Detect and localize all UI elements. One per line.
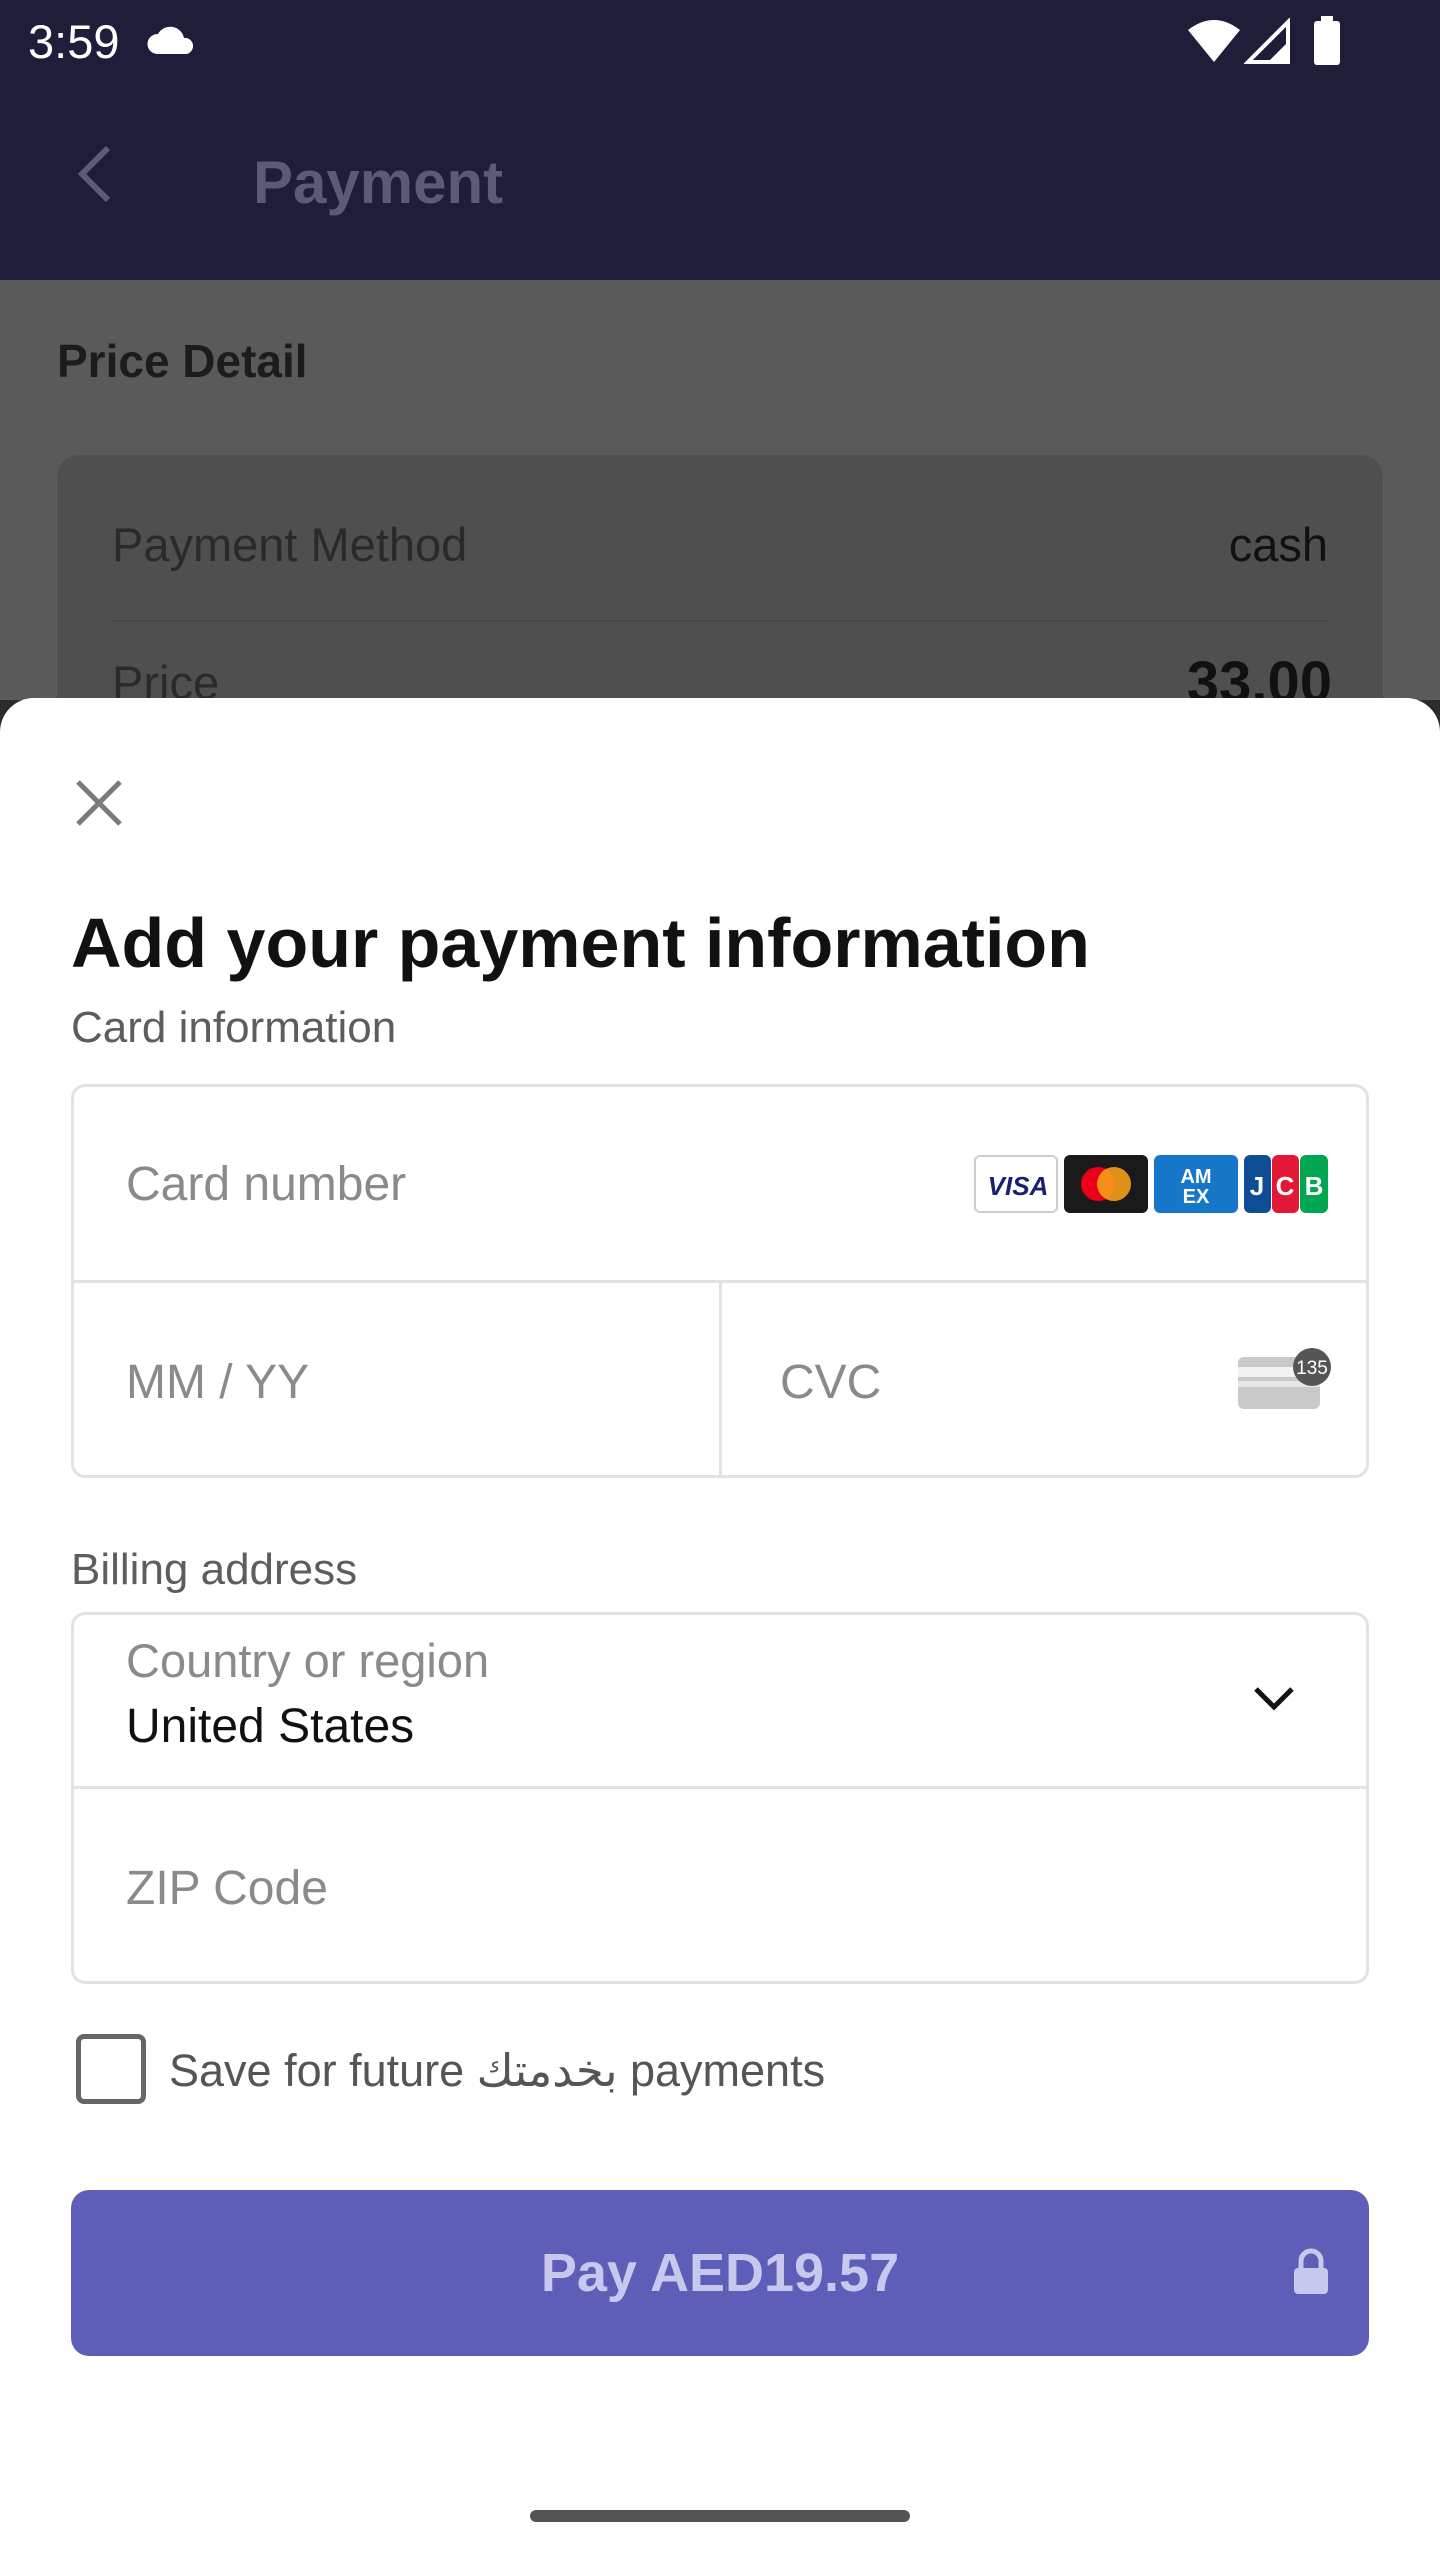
pay-label: Pay AED19.57 (540, 2243, 900, 2303)
country-value: United States (126, 1700, 415, 1753)
payment-sheet: Add your payment information Card inform… (0, 698, 1440, 2560)
sheet-title: Add your payment information (71, 904, 1090, 982)
visa-icon: VISA (974, 1155, 1058, 1213)
svg-text:VISA: VISA (988, 1171, 1049, 1201)
country-label: Country or region (126, 1634, 490, 1687)
background-content: Price Detail Payment Method cash Price 3… (0, 280, 1440, 755)
wifi-icon (1186, 18, 1242, 69)
cloud-icon (145, 22, 197, 63)
payment-method-label: Payment Method (112, 518, 468, 571)
divider (112, 620, 1328, 622)
lock-icon (1291, 2248, 1331, 2301)
svg-text:135: 135 (1296, 1358, 1328, 1379)
billing-address-group: Country or region United States ZIP Code (71, 1612, 1369, 1984)
jcb-icon: J C B (1244, 1155, 1328, 1213)
battery-icon (1312, 16, 1342, 71)
chevron-left-icon[interactable] (70, 142, 120, 211)
billing-address-label: Billing address (71, 1545, 358, 1594)
payment-method-value: cash (1228, 518, 1328, 571)
card-number-placeholder: Card number (126, 1158, 407, 1211)
expiry-placeholder: MM / YY (126, 1356, 310, 1409)
close-button[interactable] (64, 768, 134, 838)
svg-text:C: C (1276, 1171, 1295, 1201)
close-icon (76, 780, 122, 826)
mastercard-icon (1064, 1155, 1148, 1213)
save-future-row[interactable]: Save for future بخدمتك payments (76, 2034, 1176, 2108)
cvc-placeholder: CVC (780, 1356, 882, 1409)
signal-icon (1243, 17, 1292, 69)
chevron-down-icon (1252, 1683, 1296, 1718)
save-checkbox[interactable] (76, 2034, 146, 2104)
screen: 3:59 Payment Price Detail Payment Method… (0, 0, 1440, 2560)
cvc-field[interactable]: CVC 135 (722, 1283, 1366, 1475)
save-label: Save for future بخدمتك payments (169, 2045, 826, 2096)
country-select[interactable]: Country or region United States (74, 1615, 1366, 1789)
pay-button[interactable]: Pay AED19.57 (71, 2190, 1369, 2356)
card-brands: VISA AM EX J C B (974, 1155, 1328, 1213)
zip-code-field[interactable]: ZIP Code (74, 1789, 1366, 1981)
card-number-field[interactable]: Card number VISA AM EX J C B (74, 1087, 1366, 1283)
status-time: 3:59 (28, 15, 120, 68)
home-indicator[interactable] (530, 2510, 910, 2522)
expiry-field[interactable]: MM / YY (74, 1283, 722, 1475)
cvc-card-icon: 135 (1236, 1347, 1336, 1418)
status-bar: 3:59 (0, 0, 1440, 84)
price-detail-title: Price Detail (57, 335, 308, 387)
zip-placeholder: ZIP Code (126, 1862, 328, 1915)
svg-text:EX: EX (1183, 1186, 1210, 1208)
amex-icon: AM EX (1154, 1155, 1238, 1213)
svg-text:J: J (1250, 1171, 1264, 1201)
card-info-group: Card number VISA AM EX J C B MM / YY CVC… (71, 1084, 1369, 1478)
svg-text:B: B (1305, 1171, 1324, 1201)
app-bar: Payment (0, 84, 1440, 280)
card-info-label: Card information (71, 1003, 397, 1052)
page-title: Payment (253, 149, 504, 216)
svg-text:AM: AM (1180, 1166, 1211, 1188)
